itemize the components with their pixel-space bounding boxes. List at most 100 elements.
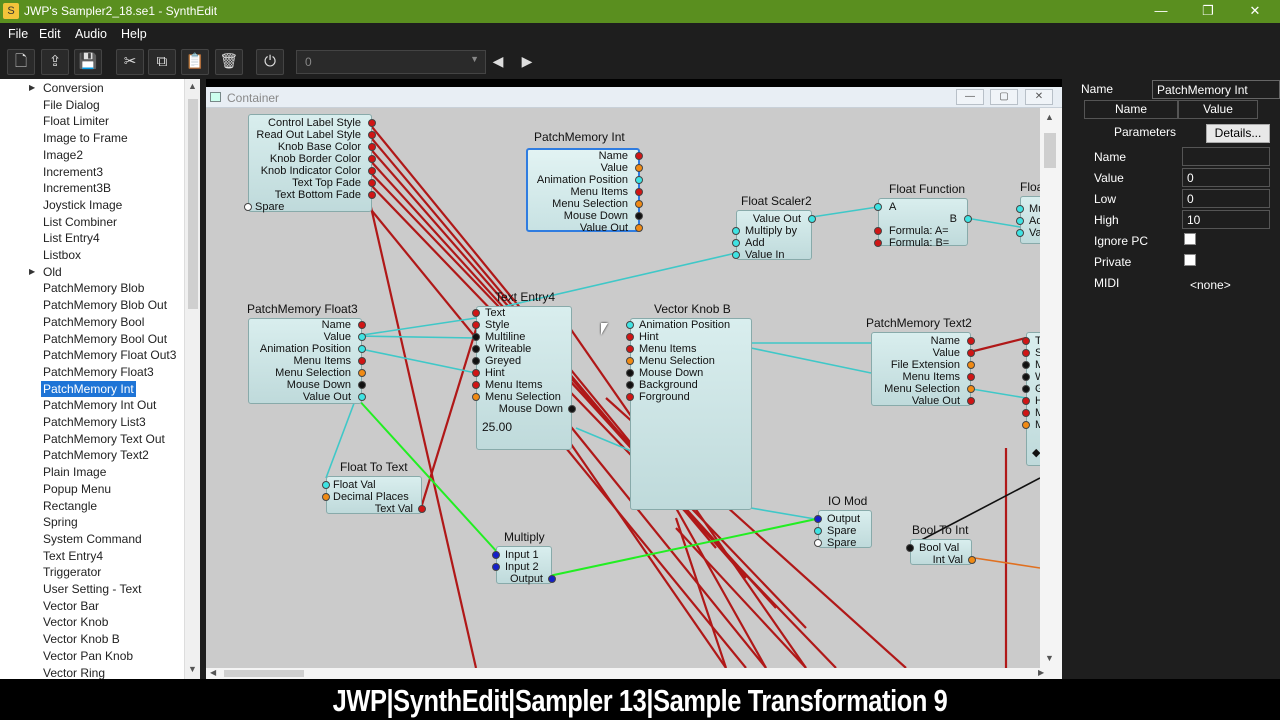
cut-icon[interactable]: ✂ — [116, 49, 144, 75]
list-item[interactable]: Listbox — [41, 247, 83, 263]
list-item[interactable]: PatchMemory Text2 — [41, 447, 151, 463]
list-item[interactable]: Vector Knob B — [41, 631, 122, 647]
pin-connector[interactable] — [626, 321, 634, 329]
expander-icon[interactable]: ▶ — [29, 267, 35, 276]
pin-connector[interactable] — [1022, 385, 1030, 393]
pin-connector[interactable] — [1022, 337, 1030, 345]
float-to-text-module[interactable]: Float Val Decimal Places Text Val — [322, 476, 426, 515]
list-item[interactable]: Plain Image — [41, 464, 108, 480]
scroll-up-icon[interactable]: ▲ — [1045, 112, 1054, 122]
pin-connector[interactable] — [968, 556, 976, 564]
pin-connector[interactable] — [418, 505, 426, 513]
property-value-field[interactable] — [1182, 147, 1270, 166]
pin-connector[interactable] — [358, 333, 366, 341]
private-checkbox[interactable] — [1184, 254, 1196, 266]
list-scrollbar[interactable]: ▲ ▼ — [184, 79, 200, 679]
pin-connector[interactable] — [368, 131, 376, 139]
patchmemory-float3-module[interactable]: Name Value Animation Position Menu Items Men… — [248, 318, 366, 404]
pin-connector[interactable] — [967, 337, 975, 345]
pin-connector[interactable] — [1016, 205, 1024, 213]
minimize-button[interactable]: — — [1146, 2, 1176, 20]
pin-connector[interactable] — [368, 143, 376, 151]
pin-connector[interactable] — [1016, 217, 1024, 225]
pin-connector[interactable] — [906, 544, 914, 552]
menu-edit[interactable]: Edit — [39, 27, 61, 41]
pin-connector[interactable] — [472, 345, 480, 353]
pin-connector[interactable] — [368, 191, 376, 199]
list-item[interactable]: Increment3 — [41, 164, 105, 180]
scroll-down-icon[interactable]: ▼ — [188, 664, 197, 674]
pin-connector[interactable] — [814, 515, 822, 523]
pin-connector[interactable] — [368, 179, 376, 187]
copy-icon[interactable]: ⧉ — [148, 49, 176, 75]
canvas-vertical-scrollbar[interactable]: ▲ ▼ — [1040, 108, 1062, 668]
pin-connector[interactable] — [808, 215, 816, 223]
pin-connector[interactable] — [874, 239, 882, 247]
pin-connector[interactable] — [964, 215, 972, 223]
pin-connector[interactable] — [322, 493, 330, 501]
pin-connector[interactable] — [1016, 229, 1024, 237]
pin-connector[interactable] — [814, 527, 822, 535]
pin-connector[interactable] — [568, 405, 576, 413]
pin-connector[interactable] — [626, 333, 634, 341]
list-item[interactable]: System Command — [41, 531, 144, 547]
pin-connector[interactable] — [635, 164, 643, 172]
pin-connector[interactable] — [1022, 373, 1030, 381]
list-item[interactable]: PatchMemory Text Out — [41, 431, 167, 447]
patchmemory-int-module[interactable]: Name Value Animation Position Menu Items Men… — [526, 148, 643, 234]
pin-connector[interactable] — [358, 321, 366, 329]
pin-connector[interactable] — [814, 539, 822, 547]
list-item[interactable]: Vector Pan Knob — [41, 648, 135, 664]
pin-connector[interactable] — [626, 357, 634, 365]
list-item[interactable]: File Dialog — [41, 97, 102, 113]
list-item[interactable]: Vector Bar — [41, 598, 101, 614]
pin-connector[interactable] — [322, 481, 330, 489]
menu-file[interactable]: File — [8, 27, 28, 41]
pin-connector[interactable] — [1022, 421, 1030, 429]
list-item[interactable]: PatchMemory Int — [41, 380, 136, 397]
paste-icon[interactable]: 📋 — [181, 49, 209, 75]
float-function-module[interactable]: A B Formula: A= Formula: B= — [874, 198, 972, 249]
list-item[interactable]: Rectangle — [41, 498, 99, 514]
pin-connector[interactable] — [967, 349, 975, 357]
list-item[interactable]: PatchMemory Float3 — [41, 364, 156, 380]
power-icon[interactable]: ⏻ — [256, 49, 284, 75]
structure-canvas[interactable]: Control Label Style Read Out Label Style K… — [206, 108, 1040, 668]
container-close-button[interactable]: ✕ — [1025, 89, 1053, 105]
pin-connector[interactable] — [1022, 349, 1030, 357]
pin-connector[interactable] — [472, 333, 480, 341]
list-item[interactable]: PatchMemory Float Out3 — [41, 347, 178, 363]
pin-connector[interactable] — [967, 397, 975, 405]
pin-connector[interactable] — [626, 381, 634, 389]
pin-connector[interactable] — [874, 227, 882, 235]
list-item[interactable]: PatchMemory Blob Out — [41, 297, 169, 313]
pin-connector[interactable] — [874, 203, 882, 211]
scroll-down-icon[interactable]: ▼ — [1045, 653, 1054, 663]
property-value-field[interactable]: 0 — [1182, 189, 1270, 208]
pin-connector[interactable] — [732, 251, 740, 259]
pin-connector[interactable] — [732, 239, 740, 247]
pin-connector[interactable] — [472, 321, 480, 329]
pin-connector[interactable] — [368, 119, 376, 127]
pin-connector[interactable] — [358, 393, 366, 401]
pin-connector[interactable] — [244, 203, 252, 211]
scroll-right-icon[interactable]: ▶ — [1038, 668, 1044, 677]
pin-connector[interactable] — [368, 155, 376, 163]
list-item[interactable]: User Setting - Text — [41, 581, 143, 597]
multiply-module[interactable]: Input 1 Input 2 Output — [492, 546, 556, 585]
pin-connector[interactable] — [635, 152, 643, 160]
pin-connector[interactable] — [635, 188, 643, 196]
pin-connector[interactable] — [635, 224, 643, 232]
list-item[interactable]: PatchMemory Int Out — [41, 397, 158, 413]
restore-button[interactable]: ❐ — [1193, 2, 1223, 20]
list-item[interactable]: Vector Knob — [41, 614, 110, 630]
list-item[interactable]: Float Limiter — [41, 113, 111, 129]
pin-connector[interactable] — [1022, 361, 1030, 369]
style-module[interactable]: Control Label Style Read Out Label Style K… — [244, 114, 376, 213]
list-item[interactable]: Increment3B — [41, 180, 113, 196]
properties-name-field[interactable]: PatchMemory Int — [1152, 80, 1280, 99]
pin-connector[interactable] — [967, 373, 975, 381]
pin-connector[interactable] — [732, 227, 740, 235]
io-mod-module[interactable]: Output Spare Spare — [814, 510, 872, 549]
open-file-icon[interactable]: ⇪ — [41, 49, 69, 75]
